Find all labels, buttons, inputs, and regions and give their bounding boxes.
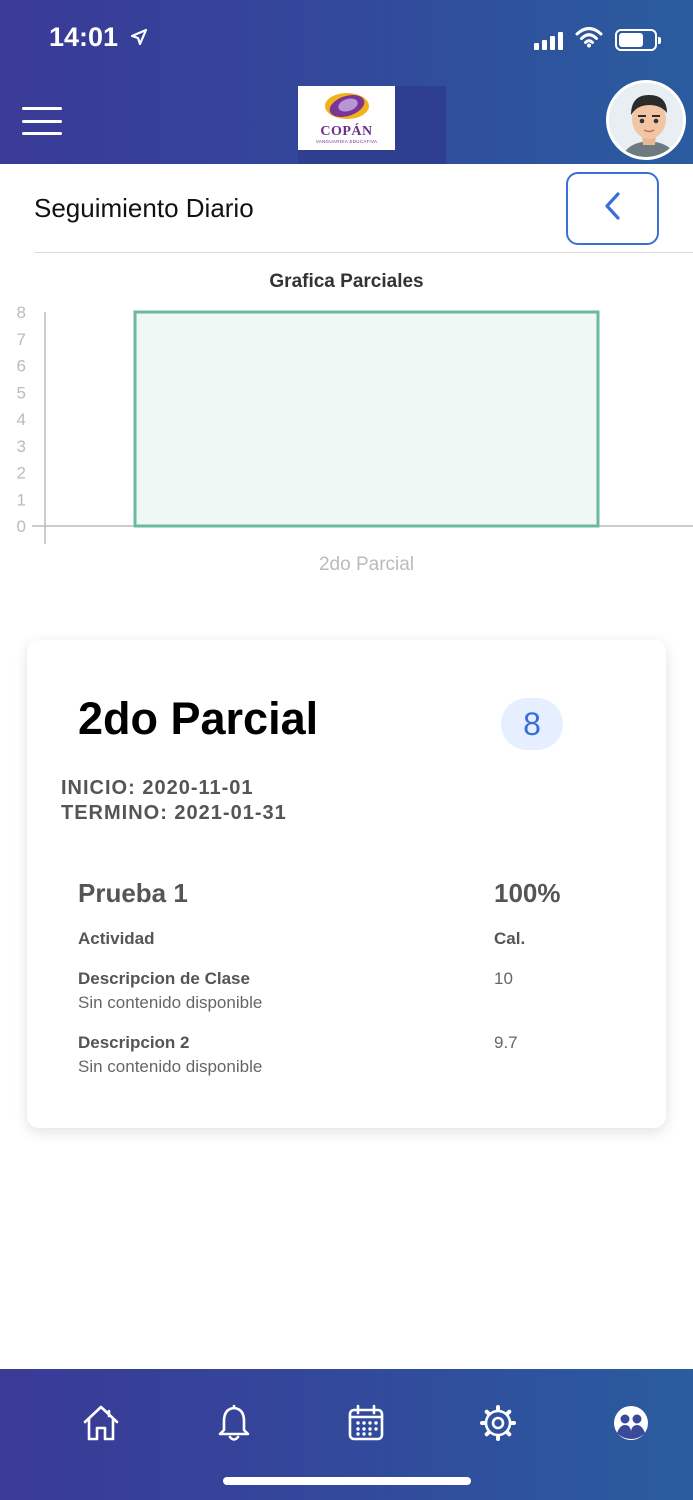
activity-grade: 9.7 (494, 1033, 518, 1052)
y-tick-label: 5 (17, 383, 26, 402)
settings-icon (479, 1404, 517, 1447)
location-arrow-icon (130, 22, 148, 53)
activity-subtitle: Sin contenido disponible (78, 993, 263, 1012)
wifi-icon (575, 26, 603, 53)
y-tick-label: 7 (17, 330, 26, 349)
partial-grade-badge: 8 (501, 698, 563, 750)
activity-title: Descripcion 2 (78, 1033, 190, 1052)
activity-title: Descripcion de Clase (78, 969, 250, 988)
nav-home-button[interactable] (81, 1405, 121, 1445)
start-date: INICIO: 2020-11-01 (61, 777, 254, 799)
activity-grade: 10 (494, 969, 513, 988)
nav-profile-button[interactable] (611, 1405, 651, 1445)
y-tick-label: 0 (17, 517, 26, 536)
page-title: Seguimiento Diario (34, 193, 254, 223)
app-header: 14:01 COPÁN VANGUARDIA EDUCATIVA (0, 0, 693, 164)
logo-wordmark: COPÁN (320, 124, 373, 139)
y-tick-label: 3 (17, 437, 26, 456)
y-tick-label: 2 (17, 464, 26, 483)
chevron-left-icon (603, 191, 623, 226)
user-avatar[interactable] (606, 80, 686, 160)
status-icons (534, 26, 661, 53)
battery-icon (615, 28, 661, 51)
home-icon (81, 1404, 121, 1447)
end-date: TERMINO: 2021-01-31 (61, 802, 287, 824)
y-tick-label: 1 (17, 490, 26, 509)
nav-calendar-button[interactable] (346, 1404, 386, 1447)
column-header-activity: Actividad (78, 929, 155, 948)
test-name: Prueba 1 (78, 878, 188, 908)
test-weight: 100% (494, 878, 561, 908)
bottom-navigation (0, 1369, 693, 1500)
bell-icon (216, 1404, 252, 1447)
calendar-icon (347, 1404, 385, 1447)
home-indicator (223, 1477, 471, 1485)
nav-notifications-button[interactable] (214, 1404, 254, 1447)
logo-emblem-icon (324, 93, 369, 119)
y-tick-label: 4 (17, 410, 26, 429)
logo-tagline: VANGUARDIA EDUCATIVA (315, 139, 378, 144)
partial-title: 2do Parcial (78, 693, 319, 744)
title-divider (34, 252, 693, 253)
school-logo: COPÁN VANGUARDIA EDUCATIVA (298, 86, 395, 150)
x-tick-label: 2do Parcial (319, 554, 414, 575)
status-time-text: 14:01 (49, 22, 119, 52)
grades-bar-chart: 0 1 2 3 4 5 6 7 8 2do Parcial (17, 303, 693, 575)
partial-card: 2do Parcial 8 INICIO: 2020-11-01 TERMINO… (27, 640, 666, 1128)
partial-dates: INICIO: 2020-11-01 TERMINO: 2021-01-31 (61, 776, 287, 826)
back-button[interactable] (566, 172, 659, 245)
users-icon (612, 1404, 650, 1447)
y-tick-label: 8 (17, 303, 26, 322)
bar (133, 310, 600, 528)
activity-subtitle: Sin contenido disponible (78, 1057, 263, 1076)
column-header-grade: Cal. (494, 929, 526, 948)
hamburger-menu-button[interactable] (22, 107, 62, 135)
cellular-signal-icon (534, 30, 563, 50)
status-time: 14:01 (49, 22, 148, 53)
y-tick-label: 6 (17, 357, 26, 376)
nav-settings-button[interactable] (478, 1404, 518, 1447)
